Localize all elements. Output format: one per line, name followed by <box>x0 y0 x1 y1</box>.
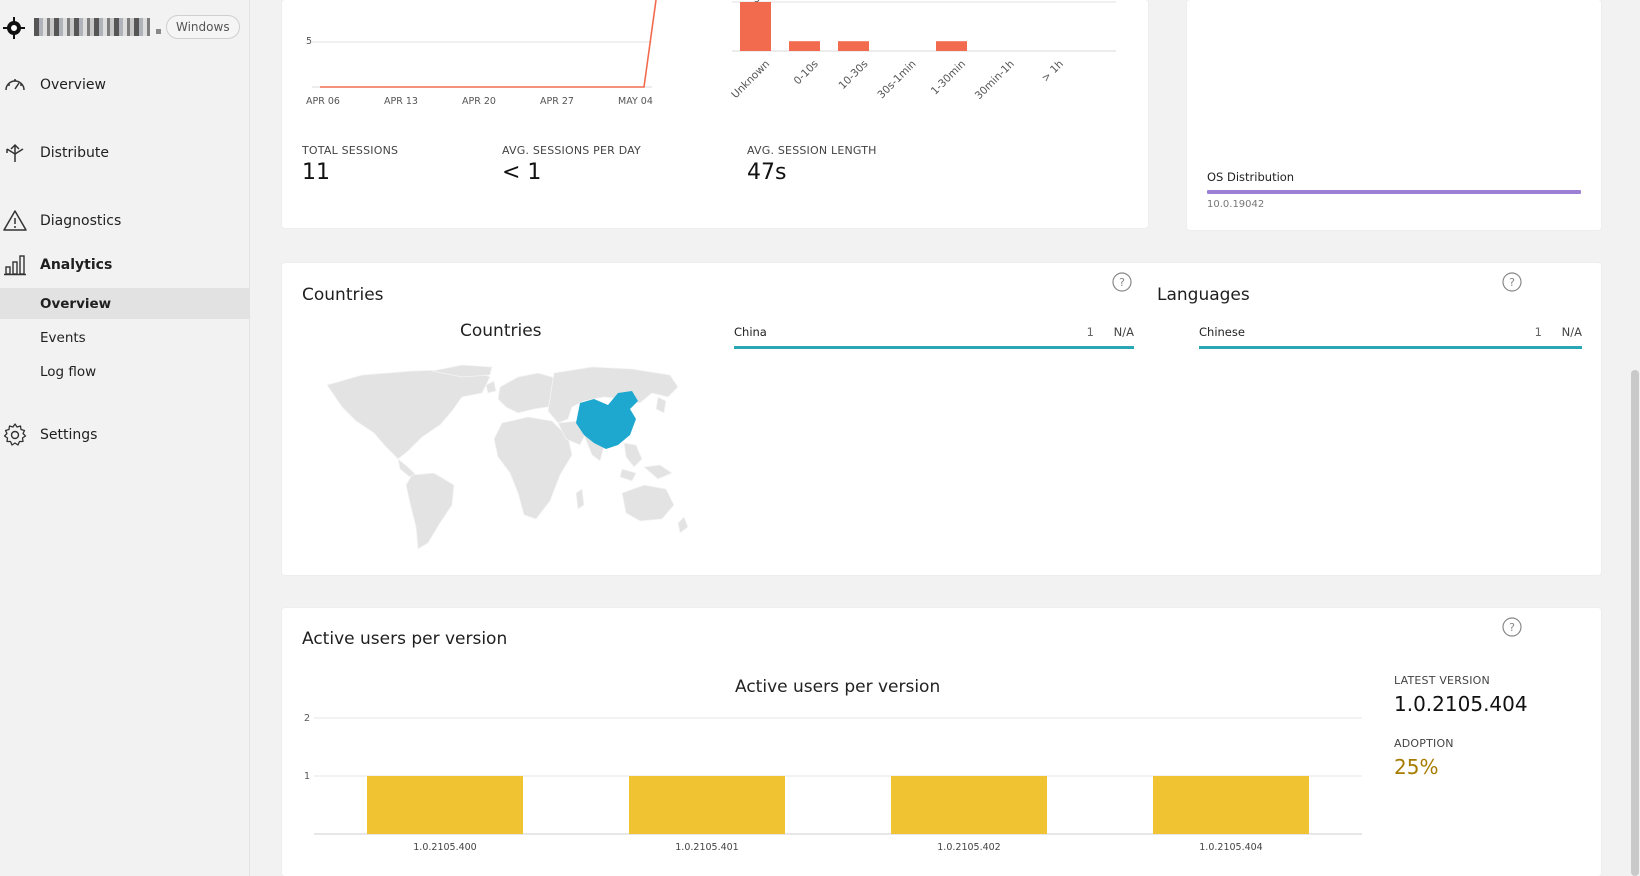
svg-text:?: ? <box>1509 621 1515 634</box>
os-distribution-bar <box>1207 190 1581 194</box>
os-distribution-label: OS Distribution <box>1207 170 1295 184</box>
sub-item-events[interactable]: Events <box>0 322 250 353</box>
session-duration-chart <box>732 1 1116 52</box>
sessions-card: 5 APR 06 APR 13 APR 20 APR 27 MAY 04 5 U… <box>282 0 1148 228</box>
stat-value: 47s <box>747 160 787 185</box>
nav-item-overview[interactable]: Overview <box>0 69 250 101</box>
platform-badge: Windows <box>166 15 240 39</box>
y-tick-label: 5 <box>306 36 313 47</box>
countries-languages-card: Countries ? Countries China 1 N/A Langua… <box>282 263 1601 575</box>
list-item-count: 1 <box>1086 325 1094 339</box>
latest-version-value: 1.0.2105.404 <box>1394 692 1528 716</box>
distribute-icon <box>6 143 24 162</box>
os-version-label: 10.0.19042 <box>1207 199 1265 210</box>
version-bar <box>891 776 1047 834</box>
help-icon[interactable]: ? <box>1501 271 1523 293</box>
warning-icon <box>3 210 27 231</box>
sub-item-overview[interactable]: Overview <box>0 288 250 319</box>
sub-item-log-flow[interactable]: Log flow <box>0 356 250 387</box>
nav-label: Overview <box>40 77 106 93</box>
duration-tick-label: 1-30min <box>928 58 968 98</box>
x-tick-label: APR 20 <box>462 96 496 107</box>
duration-bar <box>789 41 820 51</box>
stat-value: 11 <box>302 160 330 185</box>
y-tick-label: 1 <box>304 771 310 782</box>
duration-tick-label: 30s-1min <box>875 58 919 102</box>
latest-version-label: LATEST VERSION <box>1394 674 1490 687</box>
duration-bar <box>838 41 869 51</box>
bar-chart-icon <box>4 255 26 276</box>
svg-text:?: ? <box>1509 276 1515 289</box>
x-tick-label: 1.0.2105.402 <box>937 842 1000 853</box>
y-tick-label: 5 <box>754 0 760 5</box>
help-icon[interactable]: ? <box>1111 271 1133 293</box>
nav-item-distribute[interactable]: Distribute <box>0 137 250 169</box>
dashboard-icon <box>5 79 25 91</box>
app-logo-icon <box>3 17 25 39</box>
x-tick-label: APR 13 <box>384 96 418 107</box>
duration-bar <box>740 2 771 51</box>
countries-title: Countries <box>302 285 384 305</box>
svg-text:?: ? <box>1119 276 1125 289</box>
languages-title: Languages <box>1157 285 1250 305</box>
x-tick-label: 1.0.2105.400 <box>413 842 476 853</box>
gear-icon <box>3 423 27 446</box>
sub-item-label: Log flow <box>40 363 97 380</box>
stat-label: AVG. SESSIONS PER DAY <box>502 144 641 157</box>
x-tick-label: 1.0.2105.404 <box>1199 842 1262 853</box>
sessions-line-chart <box>312 0 657 88</box>
os-card: OS Distribution 10.0.19042 <box>1187 0 1601 230</box>
version-bar <box>1153 776 1309 834</box>
help-icon[interactable]: ? <box>1501 616 1523 638</box>
y-tick-label: 2 <box>304 713 310 724</box>
sidebar: Windows Overview Distribute Diagnostics <box>0 0 250 876</box>
nav-label: Distribute <box>40 145 109 161</box>
list-item-bar <box>734 346 1134 349</box>
duration-tick-label: 30min-1h <box>972 58 1017 103</box>
app-header[interactable]: Windows <box>0 12 250 42</box>
active-users-card: Active users per version ? Active users … <box>282 608 1601 876</box>
stat-label: TOTAL SESSIONS <box>302 144 399 157</box>
list-item-count: 1 <box>1534 325 1542 339</box>
list-item-bar <box>1199 346 1582 349</box>
nav-label: Diagnostics <box>40 213 122 229</box>
nav-item-diagnostics[interactable]: Diagnostics <box>0 205 250 237</box>
list-item-name: China <box>734 325 767 339</box>
scrollbar-thumb[interactable] <box>1631 370 1639 876</box>
duration-tick-label: > 1h <box>1039 58 1066 85</box>
map-title: Countries <box>460 321 542 341</box>
duration-tick-label: 10-30s <box>836 58 870 92</box>
nav-label: Analytics <box>40 257 113 273</box>
x-tick-label: APR 06 <box>306 96 340 107</box>
sessions-series-line <box>320 0 657 88</box>
nav-label: Settings <box>40 427 98 443</box>
x-tick-label: MAY 04 <box>618 96 653 107</box>
stat-value: < 1 <box>502 160 542 185</box>
list-item-percent: N/A <box>1561 325 1582 339</box>
version-bar <box>367 776 523 834</box>
duration-tick-label: Unknown <box>729 58 772 101</box>
x-tick-label: APR 27 <box>540 96 574 107</box>
version-bar <box>629 776 785 834</box>
app-name-redacted <box>34 18 150 36</box>
list-item-percent: N/A <box>1113 325 1134 339</box>
world-map <box>326 364 689 550</box>
list-item: China 1 N/A <box>734 323 1134 349</box>
version-bar-chart: 1 2 1.0.2105.400 1.0.2105.401 1.0.2105.402 1.… <box>304 713 1362 853</box>
stat-label: AVG. SESSION LENGTH <box>747 144 877 157</box>
nav-item-settings[interactable]: Settings <box>0 419 250 451</box>
sub-item-label: Events <box>40 329 86 346</box>
adoption-label: ADOPTION <box>1394 737 1454 750</box>
nav-item-analytics[interactable]: Analytics <box>0 249 250 281</box>
duration-tick-label: 0-10s <box>791 58 821 88</box>
x-tick-label: 1.0.2105.401 <box>675 842 738 853</box>
adoption-value: 25% <box>1394 755 1439 779</box>
list-item: Chinese 1 N/A <box>1199 323 1582 349</box>
list-item-name: Chinese <box>1199 325 1245 339</box>
sub-item-label: Overview <box>40 295 112 312</box>
separator-dot <box>156 29 161 34</box>
duration-bar <box>936 41 967 51</box>
